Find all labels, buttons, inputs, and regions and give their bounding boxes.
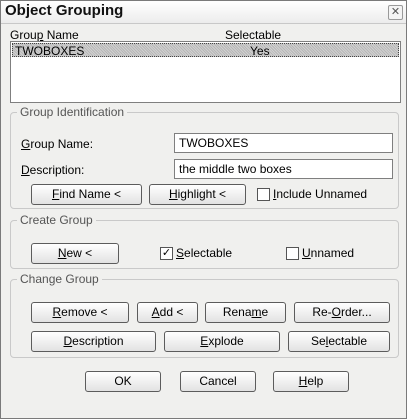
check-icon: ✓ bbox=[161, 246, 172, 259]
explode-button[interactable]: Explode bbox=[164, 331, 280, 352]
description-label: Description: bbox=[21, 163, 85, 177]
list-item[interactable]: TWOBOXES Yes bbox=[12, 43, 399, 57]
find-name-button[interactable]: Find Name < bbox=[31, 184, 142, 205]
change-group-legend: Change Group bbox=[20, 272, 99, 286]
cancel-button[interactable]: Cancel bbox=[180, 371, 256, 392]
unnamed-checkbox[interactable] bbox=[286, 247, 299, 260]
list-item-selectable: Yes bbox=[250, 44, 270, 58]
rename-button[interactable]: Rename bbox=[205, 302, 286, 323]
close-icon[interactable]: ✕ bbox=[388, 5, 403, 20]
include-unnamed-label[interactable]: Include Unnamed bbox=[273, 187, 367, 201]
object-grouping-dialog: Object Grouping ✕ Group Name Selectable … bbox=[0, 0, 407, 419]
create-group-legend: Create Group bbox=[20, 213, 93, 227]
reorder-button[interactable]: Re-Order... bbox=[294, 302, 390, 323]
add-button[interactable]: Add < bbox=[137, 302, 198, 323]
description-button[interactable]: Description bbox=[31, 331, 156, 352]
column-header-selectable[interactable]: Selectable bbox=[225, 28, 281, 42]
column-header-group-name[interactable]: Group Name bbox=[10, 28, 79, 42]
ok-button[interactable]: OK bbox=[85, 371, 161, 392]
list-item-name: TWOBOXES bbox=[15, 44, 85, 58]
group-name-field[interactable]: TWOBOXES bbox=[174, 133, 393, 153]
remove-button[interactable]: Remove < bbox=[31, 302, 129, 323]
window-title: Object Grouping bbox=[5, 2, 124, 19]
new-button[interactable]: New < bbox=[31, 243, 119, 264]
selectable-label[interactable]: Selectable bbox=[176, 246, 232, 260]
group-name-label: Group Name: bbox=[21, 137, 94, 151]
selectable-checkbox[interactable]: ✓ bbox=[160, 247, 173, 260]
help-button[interactable]: Help bbox=[273, 371, 349, 392]
group-list[interactable]: TWOBOXES Yes bbox=[10, 41, 401, 103]
include-unnamed-checkbox[interactable] bbox=[257, 188, 270, 201]
highlight-button[interactable]: Highlight < bbox=[149, 184, 246, 205]
selectable-button[interactable]: Selectable bbox=[288, 331, 390, 352]
description-field[interactable]: the middle two boxes bbox=[174, 159, 393, 179]
title-bar[interactable]: Object Grouping ✕ bbox=[1, 1, 406, 24]
group-identification-legend: Group Identification bbox=[20, 105, 125, 119]
unnamed-label[interactable]: Unnamed bbox=[302, 246, 354, 260]
